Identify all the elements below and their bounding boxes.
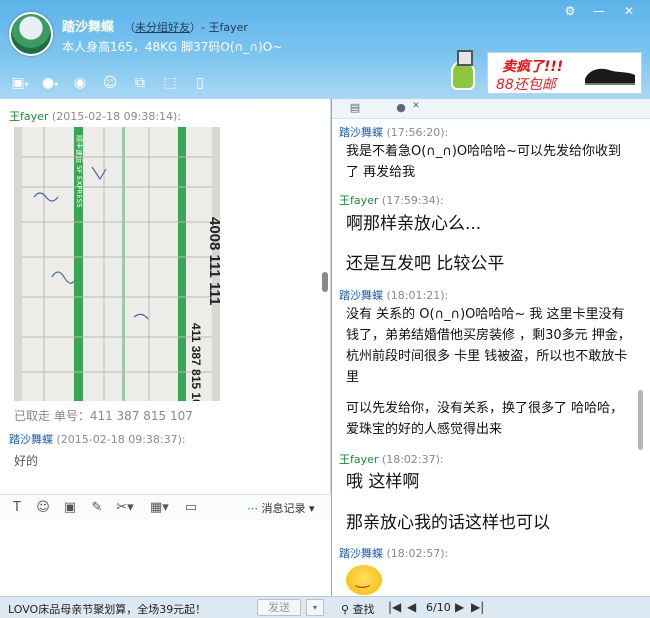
chat-toolbar: ▣▾ ●▾ ◉ ☺ ⧉ ⬚ ▯ <box>8 72 212 94</box>
history-header: 王fayer (17:59:34): <box>339 192 444 208</box>
microphone-icon[interactable]: ●▾ <box>38 72 62 94</box>
table-icon[interactable]: ▦▾ <box>150 499 169 517</box>
font-icon[interactable]: T <box>8 499 26 517</box>
close-tab-icon[interactable]: ✕ <box>410 101 422 117</box>
page-indicator: 6/10 <box>426 601 451 614</box>
send-options-chevron-icon[interactable]: ▾ <box>306 599 324 616</box>
avatar[interactable] <box>9 12 53 56</box>
find-label: 查找 <box>352 603 375 616</box>
document-icon[interactable]: ▭ <box>182 499 200 517</box>
message-time: (2015-02-18 09:38:14): <box>51 110 182 123</box>
edit-image-icon[interactable]: ✎ <box>88 499 106 517</box>
message-time: (2015-02-18 09:38:37): <box>56 433 186 446</box>
emoji-icon[interactable]: ☺ <box>34 499 52 517</box>
sender-name[interactable]: 踏沙舞蝶 <box>9 433 53 446</box>
tab-history-icon[interactable]: ▤ <box>344 101 366 117</box>
first-page-icon[interactable]: |◀ <box>388 600 401 614</box>
ticket-photo-image: 4008 111 111 411 387 815 107 顺丰速运 SF EXP… <box>14 127 220 401</box>
message-header: 王fayer (2015-02-18 09:38:14): <box>9 108 181 124</box>
chat-window-header: 踏沙舞蝶 （未分组好友）- 王fayer 本人身高165，48KG 脚37码O(… <box>0 0 650 99</box>
find-button[interactable]: ⚲ 查找 <box>341 601 375 617</box>
history-sender[interactable]: 踏沙舞蝶 <box>339 126 383 139</box>
group-link[interactable]: 未分组好友 <box>135 21 190 34</box>
history-time: (18:02:57): <box>386 547 449 560</box>
history-message: 哦 这样啊 <box>346 472 420 492</box>
history-time: (18:01:21): <box>386 289 449 302</box>
scissors-icon[interactable]: ✂▾ <box>116 499 134 517</box>
video-icon[interactable]: ◉ <box>68 72 92 94</box>
ticket-hotline: 4008 111 111 <box>206 217 220 305</box>
contact-name[interactable]: 踏沙舞蝶 <box>62 16 114 35</box>
tab-chat-icon[interactable]: ● <box>390 101 412 117</box>
folder-icon[interactable]: ▣▾ <box>8 72 32 94</box>
history-sender[interactable]: 王fayer <box>339 453 378 466</box>
ad-banner[interactable]: 卖疯了!!! 88还包邮 <box>487 52 642 94</box>
mascot-icon[interactable] <box>451 50 475 90</box>
remote-icon[interactable]: ⬚ <box>158 72 182 94</box>
history-tabs: ▤ ● ✕ <box>332 99 650 119</box>
history-sender[interactable]: 踏沙舞蝶 <box>339 547 383 560</box>
history-sender[interactable]: 踏沙舞蝶 <box>339 289 383 302</box>
history-time: (17:56:20): <box>386 126 449 139</box>
history-time: (18:02:37): <box>381 453 444 466</box>
history-message: 那亲放心我的话这样也可以 <box>346 513 550 533</box>
ad-headline: 卖疯了!!! <box>502 59 564 75</box>
history-time: (17:59:34): <box>381 194 444 207</box>
phone-icon[interactable]: ▯ <box>188 72 212 94</box>
history-message: 可以先发给你，没有关系，换了很多了 哈哈哈，爱珠宝的好的人感觉得出来 <box>346 401 624 437</box>
promo-link[interactable]: LOVO床品母亲节聚划算，全场39元起！ <box>8 601 206 617</box>
image-caption: 已取走 单号：411 387 815 107 <box>14 409 193 423</box>
left-scrollbar[interactable] <box>322 272 328 292</box>
history-header: 踏沙舞蝶 (18:02:57): <box>339 545 448 561</box>
message-input[interactable] <box>0 520 331 596</box>
group-note-prefix: （ <box>124 21 135 34</box>
ad-subline: 88还包邮 <box>496 77 556 93</box>
history-scrollbar[interactable] <box>638 390 643 450</box>
contacts-icon[interactable]: ☺ <box>98 72 122 94</box>
history-message: 还是互发吧 比较公平 <box>346 254 505 274</box>
history-icon: ⋯ <box>247 502 262 515</box>
group-note: （未分组好友）- 王fayer <box>124 19 248 35</box>
minimize-button[interactable]: — <box>590 4 608 18</box>
ticket-brand: 顺丰速运 SF EXPRESS <box>75 135 84 208</box>
personal-signature: 本人身高165，48KG 脚37码O(∩_∩)O~ <box>62 40 283 54</box>
message-header: 踏沙舞蝶 (2015-02-18 09:38:37): <box>9 431 186 447</box>
history-message: 啊那样亲放心么... <box>346 214 482 234</box>
prev-page-icon[interactable]: ◀ <box>407 600 416 614</box>
history-message: 我是不着急O(∩_∩)O哈哈哈~可以先发给你收到了 再发给我 <box>346 144 622 180</box>
last-page-icon[interactable]: ▶| <box>471 600 484 614</box>
next-page-icon[interactable]: ▶ <box>455 600 464 614</box>
close-button[interactable]: ✕ <box>620 4 638 18</box>
share-screen-icon[interactable]: ⧉ <box>128 72 152 94</box>
editor-toolbar: T ☺ ▣ ✎ ✂▾ ▦▾ ▭ ⋯ 消息记录 ▾ <box>0 494 331 520</box>
smiley-emoji-icon <box>346 565 382 595</box>
sender-name[interactable]: 王fayer <box>9 110 48 123</box>
ticket-waybill-number: 411 387 815 107 <box>189 323 203 401</box>
search-icon: ⚲ <box>341 603 353 616</box>
history-header: 踏沙舞蝶 (18:01:21): <box>339 287 448 303</box>
history-message: 没有 关系的 O(∩_∩)O哈哈哈~ 我 这里卡里没有钱了，弟弟结婚借他买房装修… <box>346 307 631 385</box>
history-header: 踏沙舞蝶 (17:56:20): <box>339 124 448 140</box>
message-history-button[interactable]: ⋯ 消息记录 ▾ <box>247 500 315 516</box>
history-sender[interactable]: 王fayer <box>339 194 378 207</box>
settings-icon[interactable]: ⚙ <box>561 4 579 18</box>
group-note-suffix: ）- 王fayer <box>190 21 248 34</box>
image-icon[interactable]: ▣ <box>61 499 79 517</box>
shipping-ticket-photo[interactable]: 4008 111 111 411 387 815 107 顺丰速运 SF EXP… <box>14 127 220 401</box>
shoe-image <box>585 68 635 85</box>
history-header: 王fayer (18:02:37): <box>339 451 444 467</box>
message-text: 好的 <box>14 454 39 468</box>
history-label: 消息记录 <box>261 502 306 515</box>
send-button[interactable]: 发送 <box>257 599 301 616</box>
bottom-bar: LOVO床品母亲节聚划算，全场39元起！ 发送 ▾ ⚲ 查找 |◀ ◀ 6/10… <box>0 596 650 618</box>
